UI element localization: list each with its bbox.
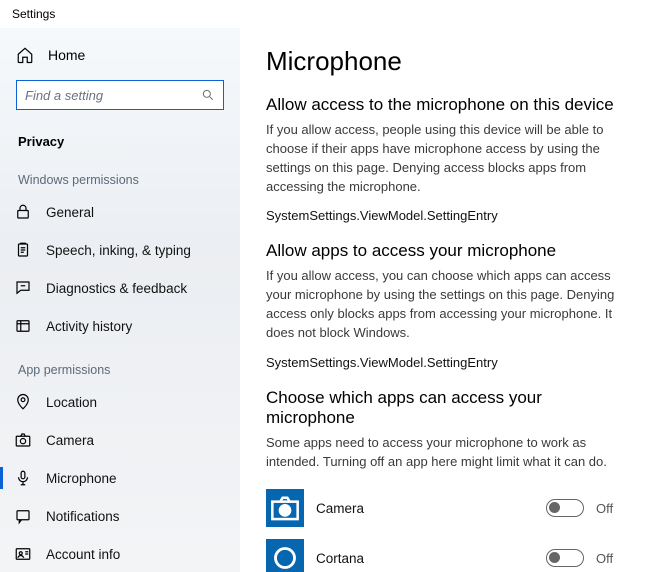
section3-text: Some apps need to access your microphone… bbox=[266, 434, 624, 472]
home-nav[interactable]: Home bbox=[0, 38, 240, 72]
sidebar-item-label: Microphone bbox=[46, 471, 117, 486]
camera-icon bbox=[14, 431, 32, 449]
toggle-state: Off bbox=[596, 501, 624, 516]
sidebar-item-label: Location bbox=[46, 395, 97, 410]
account-icon bbox=[14, 545, 32, 563]
sidebar: Home Privacy Windows permissions General bbox=[0, 28, 240, 572]
sidebar-item-label: Camera bbox=[46, 433, 94, 448]
sidebar-item-general[interactable]: General bbox=[0, 193, 240, 231]
section1-entry: SystemSettings.ViewModel.SettingEntry bbox=[266, 208, 624, 223]
section1-text: If you allow access, people using this d… bbox=[266, 121, 624, 196]
clipboard-icon bbox=[14, 241, 32, 259]
search-box[interactable] bbox=[16, 80, 224, 110]
section1-heading: Allow access to the microphone on this d… bbox=[266, 95, 624, 115]
camera-tile-icon bbox=[266, 489, 304, 527]
sidebar-item-activity[interactable]: Activity history bbox=[0, 307, 240, 345]
toggle-camera[interactable] bbox=[546, 499, 584, 517]
sidebar-item-speech[interactable]: Speech, inking, & typing bbox=[0, 231, 240, 269]
sidebar-item-label: General bbox=[46, 205, 94, 220]
feedback-icon bbox=[14, 279, 32, 297]
windows-permissions-heading: Windows permissions bbox=[0, 155, 240, 193]
app-row-camera: Camera Off bbox=[266, 483, 624, 533]
section2-entry: SystemSettings.ViewModel.SettingEntry bbox=[266, 355, 624, 370]
sidebar-item-label: Speech, inking, & typing bbox=[46, 243, 191, 258]
page-title: Microphone bbox=[266, 46, 624, 77]
home-label: Home bbox=[48, 47, 85, 63]
toggle-cortana[interactable] bbox=[546, 549, 584, 567]
sidebar-item-notifications[interactable]: Notifications bbox=[0, 497, 240, 535]
lock-icon bbox=[14, 203, 32, 221]
section3-heading: Choose which apps can access your microp… bbox=[266, 388, 624, 428]
main-content: Microphone Allow access to the microphon… bbox=[240, 28, 646, 572]
microphone-icon bbox=[14, 469, 32, 487]
app-label: Camera bbox=[316, 501, 534, 516]
search-input[interactable] bbox=[25, 88, 201, 103]
sidebar-item-account[interactable]: Account info bbox=[0, 535, 240, 572]
window-titlebar: Settings bbox=[0, 0, 646, 28]
app-row-cortana: Cortana Off bbox=[266, 533, 624, 572]
toggle-state: Off bbox=[596, 551, 624, 566]
sidebar-item-label: Diagnostics & feedback bbox=[46, 281, 187, 296]
history-icon bbox=[14, 317, 32, 335]
location-icon bbox=[14, 393, 32, 411]
privacy-heading: Privacy bbox=[0, 120, 240, 155]
section2-heading: Allow apps to access your microphone bbox=[266, 241, 624, 261]
app-label: Cortana bbox=[316, 551, 534, 566]
sidebar-item-diagnostics[interactable]: Diagnostics & feedback bbox=[0, 269, 240, 307]
home-icon bbox=[16, 46, 34, 64]
sidebar-item-camera[interactable]: Camera bbox=[0, 421, 240, 459]
sidebar-item-label: Activity history bbox=[46, 319, 132, 334]
sidebar-item-label: Account info bbox=[46, 547, 120, 562]
search-icon bbox=[201, 87, 215, 103]
sidebar-item-microphone[interactable]: Microphone bbox=[0, 459, 240, 497]
section2-text: If you allow access, you can choose whic… bbox=[266, 267, 624, 342]
sidebar-item-label: Notifications bbox=[46, 509, 120, 524]
notifications-icon bbox=[14, 507, 32, 525]
sidebar-item-location[interactable]: Location bbox=[0, 383, 240, 421]
app-permissions-heading: App permissions bbox=[0, 345, 240, 383]
window-title: Settings bbox=[12, 7, 55, 21]
cortana-tile-icon bbox=[266, 539, 304, 572]
